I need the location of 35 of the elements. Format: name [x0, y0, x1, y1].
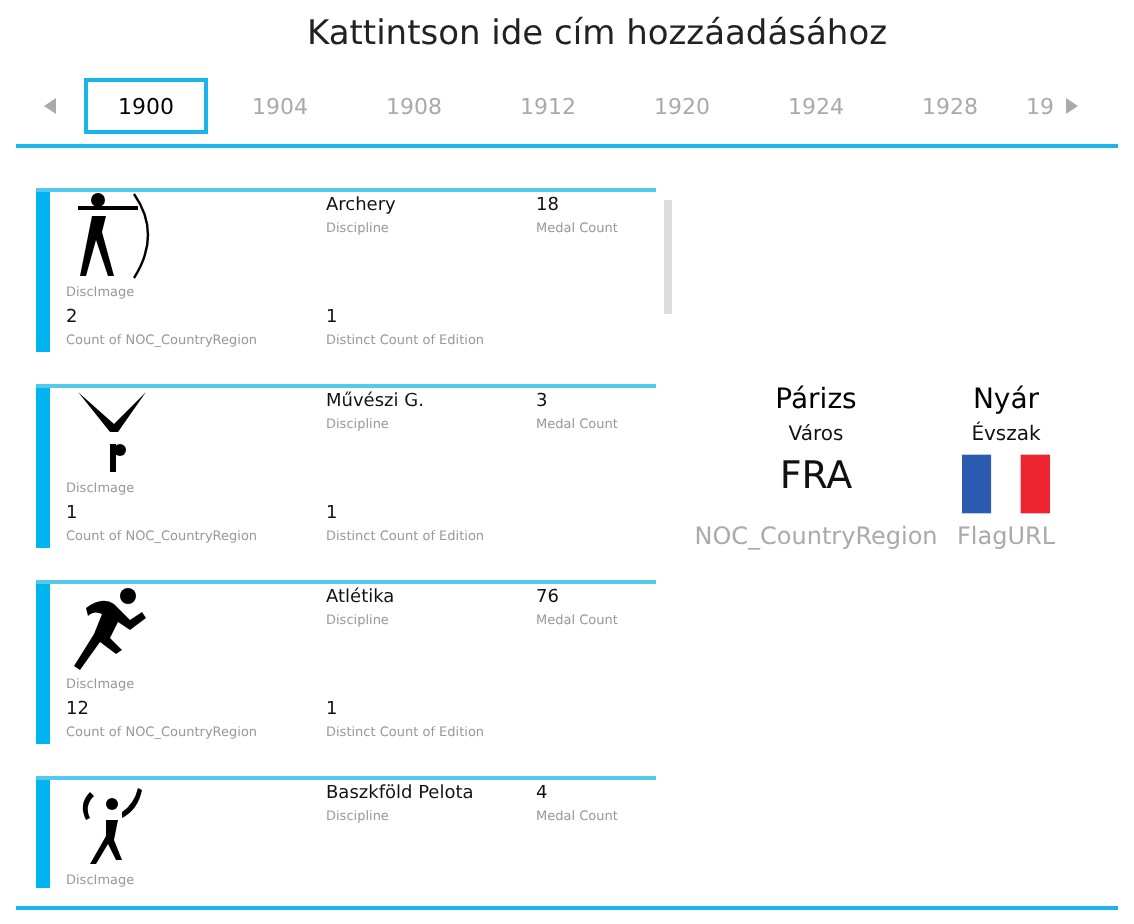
next-arrow-icon[interactable] — [1066, 98, 1078, 114]
field-label: FlagURL — [956, 522, 1055, 550]
medal-count-value: 4 — [536, 784, 550, 804]
edition-count-value: 1 — [326, 503, 340, 523]
year-tile[interactable]: 1900 — [84, 78, 208, 134]
field-label: NOC_CountryRegion — [694, 522, 938, 550]
discipline-value: Archery — [326, 196, 398, 216]
discipline-value: Atlétika — [326, 588, 397, 608]
field-label: Évszak — [971, 424, 1041, 446]
discipline-value: Művészi G. — [326, 392, 426, 412]
city-value: Párizs — [775, 384, 857, 416]
year-tile[interactable]: 19 — [1022, 78, 1058, 134]
discipline-value: Baszkföld Pelota — [326, 784, 476, 804]
year-tile[interactable]: 1920 — [620, 78, 744, 134]
year-tile[interactable]: 1904 — [218, 78, 342, 134]
year-tile[interactable]: 1908 — [352, 78, 476, 134]
country-code-value: FRA — [779, 454, 853, 502]
edition-count-value: 1 — [326, 307, 340, 327]
scrollbar-thumb[interactable] — [664, 200, 672, 314]
country-count-value: 1 — [66, 503, 80, 523]
country-count-value: 2 — [66, 307, 80, 327]
report-title: Kattintson ide cím hozzáadásához — [304, 12, 890, 58]
year-tile[interactable]: 1912 — [486, 78, 610, 134]
field-label: Város — [788, 424, 844, 446]
medal-count-value: 18 — [536, 196, 561, 216]
edition-count-value: 1 — [326, 699, 340, 719]
medal-count-value: 76 — [536, 588, 561, 608]
year-tile[interactable]: 1924 — [754, 78, 878, 134]
accent-bar — [36, 780, 50, 888]
archer-icon — [74, 192, 154, 280]
country-count-value: 12 — [66, 699, 91, 719]
medal-count-value: 3 — [536, 392, 550, 412]
year-tile[interactable]: 1928 — [888, 78, 1012, 134]
flag-icon — [962, 454, 1050, 514]
season-value: Nyár — [972, 384, 1040, 416]
